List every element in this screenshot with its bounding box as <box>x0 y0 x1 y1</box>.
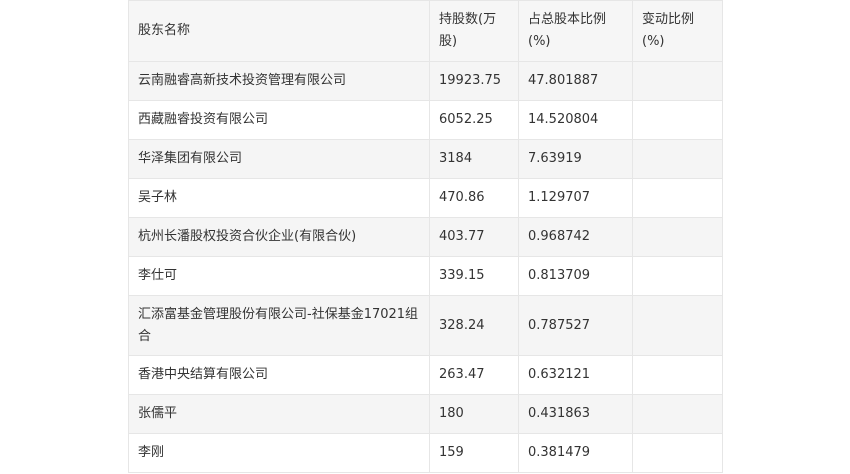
cell-shares: 403.77 <box>429 217 519 257</box>
cell-ratio: 0.381479 <box>518 433 633 473</box>
cell-ratio: 0.431863 <box>518 394 633 434</box>
cell-name: 香港中央结算有限公司 <box>128 355 430 395</box>
cell-shares: 180 <box>429 394 519 434</box>
table-row: 西藏融睿投资有限公司 6052.25 14.520804 <box>128 100 723 140</box>
cell-ratio: 7.63919 <box>518 139 633 179</box>
cell-change <box>632 295 723 356</box>
cell-shares: 470.86 <box>429 178 519 218</box>
table-header-row: 股东名称 持股数(万股) 占总股本比例(%) 变动比例(%) <box>128 0 723 62</box>
cell-name: 汇添富基金管理股份有限公司-社保基金17021组合 <box>128 295 430 356</box>
cell-name: 杭州长潘股权投资合伙企业(有限合伙) <box>128 217 430 257</box>
table-row: 吴子林 470.86 1.129707 <box>128 178 723 218</box>
cell-ratio: 0.632121 <box>518 355 633 395</box>
cell-change <box>632 394 723 434</box>
cell-name: 张儒平 <box>128 394 430 434</box>
cell-name: 华泽集团有限公司 <box>128 139 430 179</box>
cell-change <box>632 61 723 101</box>
cell-change <box>632 256 723 296</box>
table-row: 杭州长潘股权投资合伙企业(有限合伙) 403.77 0.968742 <box>128 217 723 257</box>
cell-name: 李刚 <box>128 433 430 473</box>
cell-shares: 6052.25 <box>429 100 519 140</box>
cell-change <box>632 355 723 395</box>
cell-ratio: 1.129707 <box>518 178 633 218</box>
header-shareholder-name: 股东名称 <box>128 0 430 62</box>
cell-shares: 263.47 <box>429 355 519 395</box>
table-row: 李仕可 339.15 0.813709 <box>128 256 723 296</box>
cell-ratio: 0.813709 <box>518 256 633 296</box>
cell-change <box>632 217 723 257</box>
shareholder-table: 股东名称 持股数(万股) 占总股本比例(%) 变动比例(%) 云南融睿高新技术投… <box>128 0 723 473</box>
header-shares: 持股数(万股) <box>429 0 519 62</box>
cell-change <box>632 178 723 218</box>
cell-shares: 328.24 <box>429 295 519 356</box>
cell-ratio: 14.520804 <box>518 100 633 140</box>
cell-shares: 3184 <box>429 139 519 179</box>
cell-name: 云南融睿高新技术投资管理有限公司 <box>128 61 430 101</box>
table-row: 汇添富基金管理股份有限公司-社保基金17021组合 328.24 0.78752… <box>128 295 723 356</box>
cell-ratio: 0.787527 <box>518 295 633 356</box>
cell-name: 吴子林 <box>128 178 430 218</box>
header-ratio: 占总股本比例(%) <box>518 0 633 62</box>
table-row: 李刚 159 0.381479 <box>128 433 723 473</box>
cell-name: 李仕可 <box>128 256 430 296</box>
table-row: 云南融睿高新技术投资管理有限公司 19923.75 47.801887 <box>128 61 723 101</box>
cell-change <box>632 100 723 140</box>
cell-ratio: 0.968742 <box>518 217 633 257</box>
shareholder-table-container: 股东名称 持股数(万股) 占总股本比例(%) 变动比例(%) 云南融睿高新技术投… <box>128 0 723 473</box>
table-row: 华泽集团有限公司 3184 7.63919 <box>128 139 723 179</box>
cell-ratio: 47.801887 <box>518 61 633 101</box>
cell-name: 西藏融睿投资有限公司 <box>128 100 430 140</box>
cell-change <box>632 139 723 179</box>
table-row: 张儒平 180 0.431863 <box>128 394 723 434</box>
table-row: 香港中央结算有限公司 263.47 0.632121 <box>128 355 723 395</box>
cell-shares: 339.15 <box>429 256 519 296</box>
cell-shares: 19923.75 <box>429 61 519 101</box>
cell-shares: 159 <box>429 433 519 473</box>
cell-change <box>632 433 723 473</box>
header-change: 变动比例(%) <box>632 0 723 62</box>
